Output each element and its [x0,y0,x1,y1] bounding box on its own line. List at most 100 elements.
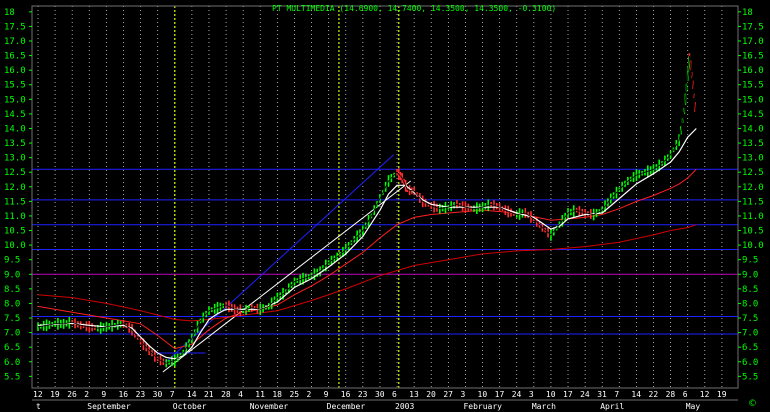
y-tick-label-right: 10.5 [742,227,764,237]
x-tick-label: 11 [255,390,265,399]
y-tick-label-right: 14.0 [742,124,764,134]
month-label: 2003 [395,402,414,411]
y-tick-label-right: 16.0 [742,66,764,76]
x-tick-label: 3 [529,390,534,399]
y-tick-label-left: 13.5 [4,139,26,149]
month-label: February [463,402,502,411]
x-tick-label: 16 [341,390,351,399]
x-tick-label: 14 [187,390,197,399]
y-tick-label-right: 12.5 [742,168,764,178]
y-tick-label-left: 9.0 [4,270,20,280]
y-tick-label-left: 12.0 [4,183,26,193]
x-tick-label: 19 [50,390,60,399]
trendlines [155,154,412,373]
y-tick-label-left: 11.5 [4,197,26,207]
x-tick-label: 21 [204,390,214,399]
copyright-symbol: © [748,399,757,409]
month-label: November [250,402,289,411]
y-tick-label-left: 14.5 [4,110,26,120]
x-tick-label: 20 [426,390,436,399]
series-long-ma [37,224,697,322]
y-tick-label-right: 17.5 [742,22,764,32]
y-tick-label-right: 14.5 [742,110,764,120]
y-tick-label-left: 6.5 [4,343,20,353]
y-tick-label-left: 11.0 [4,212,26,222]
y-tick-label-right: 8.5 [742,285,758,295]
y-tick-label-left: 8.0 [4,299,20,309]
y-tick-label-right: 6.5 [742,343,758,353]
plot-frame [31,5,739,389]
y-tick-label-left: 6.0 [4,358,20,368]
x-tick-label: 10 [478,390,488,399]
x-tick-label: 24 [580,390,590,399]
y-tick-label-left: 15.5 [4,81,26,91]
y-tick-label-left: 18 [4,8,15,18]
x-tick-label: 28 [666,390,676,399]
y-tick-label-left: 9.5 [4,256,20,266]
y-tick-label-left: 17.0 [4,37,26,47]
month-label: March [532,402,556,411]
x-tick-label: 23 [358,390,368,399]
y-tick-label-left: 15.0 [4,95,26,105]
x-tick-label: 4 [238,390,243,399]
x-tick-label: 22 [649,390,659,399]
y-tick-label-right: 8.0 [742,299,758,309]
y-tick-label-left: 5.5 [4,372,20,382]
trendline [165,154,394,363]
y-tick-label-right: 13.5 [742,139,764,149]
y-tick-label-right: 15.0 [742,95,764,105]
y-tick-label-left: 8.5 [4,285,20,295]
y-tick-label-right: 11.0 [742,212,764,222]
month-label: May [686,402,701,411]
x-tick-label: 9 [101,390,106,399]
y-tick-label-left: 10.5 [4,227,26,237]
y-tick-label-right: 18 [742,8,753,18]
month-label: April [600,402,624,411]
month-label: December [327,402,366,411]
x-tick-label: 13 [409,390,419,399]
y-tick-label-right: 7.5 [742,314,758,324]
series-group [37,53,697,368]
y-tick-label-left: 16.5 [4,52,26,62]
series-medium-ma [37,168,697,350]
x-tick-label: 14 [631,390,641,399]
x-tick-label: 27 [443,390,453,399]
y-tick-label-left: 17.5 [4,22,26,32]
chart-window: 12 19 26 2 9 16 23 30 7 14 21 28 4 11 18 25 2 9 16 23 30 6 13 2… [0,0,770,412]
y-tick-label-right: 12.0 [742,183,764,193]
x-tick-label: 2 [84,390,89,399]
x-tick-label: 16 [118,390,128,399]
x-tick-label: 7 [170,390,175,399]
x-tick-label: 12 [33,390,43,399]
series-short-ma [37,128,697,360]
x-tick-label: 3 [460,390,465,399]
y-tick-label-right: 13.0 [742,154,764,164]
x-tick-label: 17 [495,390,505,399]
y-tick-label-right: 17.0 [742,37,764,47]
x-tick-label: 25 [289,390,299,399]
chart-title: PT MULTIMEDIA (14.6900, 14.7400, 14.3500… [272,4,556,13]
y-tick-label-right: 9.0 [742,270,758,280]
y-tick-label-right: 9.5 [742,256,758,266]
x-tick-label: 28 [221,390,231,399]
horizontal-levels [32,168,738,335]
x-tick-label: 12 [700,390,710,399]
x-tick-label: 6 [392,390,397,399]
month-label: September [87,402,131,411]
x-tick-label: 26 [67,390,77,399]
x-tick-label: 7 [614,390,619,399]
y-tick-label-left: 12.5 [4,168,26,178]
x-tick-label: 30 [153,390,163,399]
x-tick-label: 10 [546,390,556,399]
series-price-close [37,55,697,364]
y-tick-label-right: 10.0 [742,241,764,251]
x-tick-label: 6 [683,390,688,399]
x-tick-label: 24 [512,390,522,399]
x-tick-label: 9 [324,390,329,399]
stock-chart: 12 19 26 2 9 16 23 30 7 14 21 28 4 11 18 25 2 9 16 23 30 6 13 2… [4,4,764,411]
x-tick-label: 23 [136,390,146,399]
x-tick-label: 17 [563,390,573,399]
y-tick-label-left: 7.0 [4,329,20,339]
y-tick-label-left: 13.0 [4,154,26,164]
x-tick-label: 2 [307,390,312,399]
